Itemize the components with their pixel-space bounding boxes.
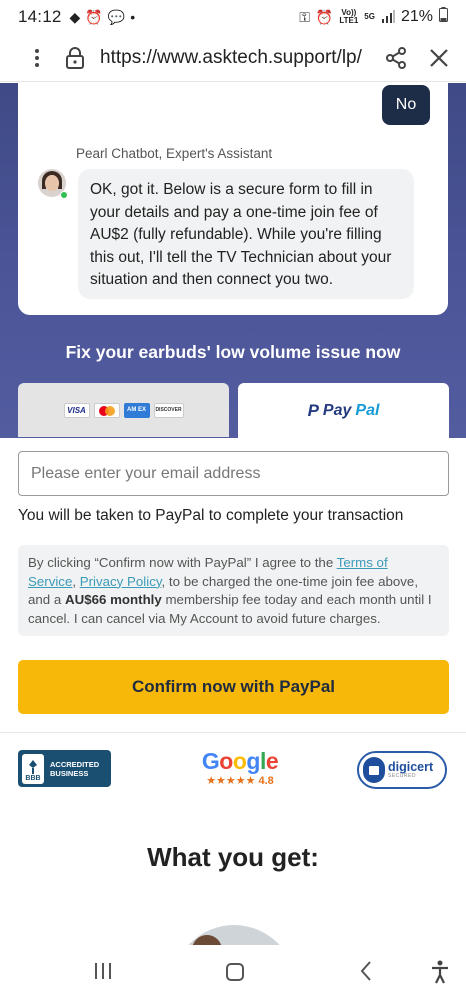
digicert-badge: digicert SECURED [357, 751, 447, 789]
tab-paypal[interactable]: P Pay Pal [238, 383, 449, 439]
bbb-text: ACCREDITED BUSINESS [50, 760, 99, 778]
confirm-paypal-button[interactable]: Confirm now with PayPal [18, 660, 449, 714]
google-logo: Google [201, 748, 279, 774]
star-icons: ★★★★★ [206, 775, 256, 787]
terms-text-1: By clicking “Confirm now with PayPal” I … [28, 555, 337, 570]
paypal-p-icon: P [307, 401, 319, 420]
google-rating-value: 4.8 [258, 774, 274, 787]
digicert-text: digicert SECURED [388, 761, 433, 779]
signal-icon [381, 9, 395, 25]
battery-icon [439, 7, 448, 27]
bbb-mark-text: BBB [25, 774, 41, 782]
dot-icon: • [130, 9, 136, 25]
lte-label: LTE1 [339, 16, 359, 25]
lock-icon[interactable] [64, 46, 86, 70]
terms-text-2: , [72, 573, 80, 589]
google-stars-row: ★★★★★ 4.8 [200, 774, 280, 788]
divider [0, 732, 466, 733]
browser-url-bar: https://www.asktech.support/lp/ [0, 34, 466, 82]
digicert-lock-icon [363, 757, 385, 783]
paypal-word-pal: Pal [355, 402, 380, 419]
visa-logo: VISA [63, 402, 90, 418]
back-icon[interactable] [356, 959, 376, 983]
url-text[interactable]: https://www.asktech.support/lp/ [100, 47, 372, 69]
share-icon[interactable] [384, 46, 408, 70]
what-you-get-heading: What you get: [147, 842, 319, 872]
bbb-line-2: BUSINESS [50, 768, 89, 778]
bbb-line-1: ACCREDITED [50, 759, 100, 769]
privacy-policy-link[interactable]: Privacy Policy [80, 574, 162, 589]
paypal-redirect-note: You will be taken to PayPal to complete … [18, 507, 404, 524]
paypal-logo: P Pay Pal [308, 401, 380, 421]
recent-apps-icon[interactable] [95, 963, 113, 981]
bbb-torch-icon: BBB [22, 753, 44, 784]
more-menu-icon[interactable] [22, 48, 52, 67]
amex-logo: AM EX [123, 402, 150, 418]
paypal-word-pay: Pay [322, 402, 352, 419]
page-headline: Fix your earbuds' low volume issue now [65, 342, 401, 362]
bot-name: Pearl Chatbot, Expert's Assistant [76, 146, 273, 161]
terms-notice: By clicking “Confirm now with PayPal” I … [18, 545, 449, 636]
close-icon[interactable] [428, 47, 450, 69]
network-type: 5G [364, 12, 375, 21]
bbb-badge: BBB ACCREDITED BUSINESS [18, 750, 111, 787]
bot-message-bubble: OK, got it. Below is a secure form to fi… [78, 169, 414, 299]
diamond-icon: ◆ [69, 9, 81, 25]
digicert-name: digicert [388, 760, 434, 774]
google-rating-badge: Google ★★★★★ 4.8 [200, 748, 280, 787]
status-bar: 14:12 ◆ ⏰ 💬 • ⚿ ⏰ Vo)) LTE1 5G 21% [0, 0, 466, 34]
chat-card: No Pearl Chatbot, Expert's Assistant OK,… [18, 83, 448, 315]
chat-icon: 💬 [107, 9, 126, 25]
volte-indicator: Vo)) LTE1 [339, 9, 358, 25]
email-input[interactable] [18, 451, 449, 496]
battery-percent: 21% [400, 8, 433, 25]
notification-icons: ◆ ⏰ 💬 • [70, 10, 136, 24]
status-right: ⚿ ⏰ Vo)) LTE1 5G 21% [299, 7, 448, 27]
key-icon: ⚿ [299, 9, 310, 25]
mastercard-logo [93, 402, 120, 418]
accessibility-icon[interactable] [428, 959, 452, 985]
discover-logo: DISCOVER [153, 402, 184, 418]
status-time: 14:12 [18, 7, 62, 26]
home-icon[interactable] [226, 963, 244, 981]
user-reply-no: No [382, 85, 430, 125]
alarm-icon: ⏰ [85, 9, 103, 25]
alarm-icon-2: ⏰ [315, 9, 334, 25]
membership-fee: AU$66 monthly [64, 592, 162, 607]
online-status-dot [60, 191, 68, 199]
tab-credit-card[interactable]: VISA AM EX DISCOVER [18, 383, 229, 437]
android-nav-bar [0, 945, 466, 1000]
